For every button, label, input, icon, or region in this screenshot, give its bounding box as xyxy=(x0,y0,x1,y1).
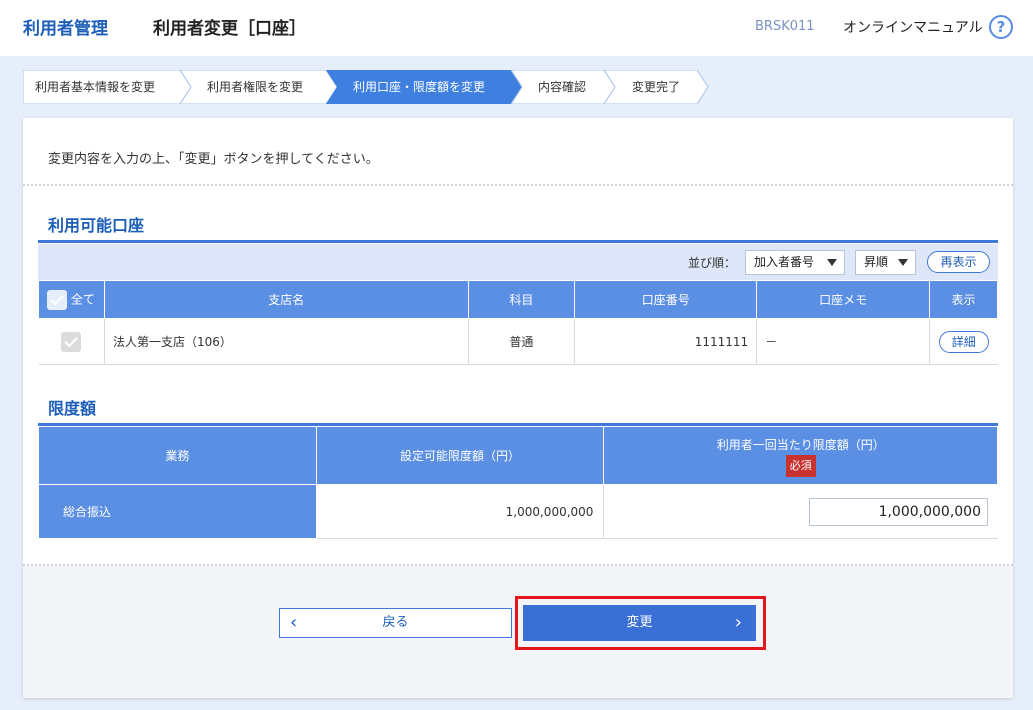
select-all-label: 全て xyxy=(70,292,95,306)
business-cell: 総合振込 xyxy=(38,484,317,539)
refresh-button[interactable]: 再表示 xyxy=(927,251,990,273)
sort-bar: 並び順： 加入者番号 昇順 再表示 xyxy=(38,244,998,280)
accounts-heading: 利用可能口座 xyxy=(48,216,145,235)
accounts-header-row: 全て 支店名 科目 口座番号 口座メモ 表示 xyxy=(38,280,999,319)
sort-label: 並び順： xyxy=(688,256,737,270)
step-5: 変更完了 xyxy=(632,80,681,94)
col-view: 表示 xyxy=(928,280,999,319)
page-title: 利用者変更［口座］ xyxy=(153,19,306,39)
col-business: 業務 xyxy=(38,426,317,485)
sort-order-select[interactable]: 昇順 xyxy=(855,250,916,275)
back-button[interactable]: ‹ 戻る xyxy=(279,608,512,638)
select-all-header[interactable]: 全て xyxy=(38,280,105,319)
settable-cell: 1,000,000,000 xyxy=(316,484,605,539)
step-2: 利用者権限を変更 xyxy=(207,80,304,94)
chevron-right-icon: › xyxy=(734,612,742,633)
limits-header-row: 業務 設定可能限度額（円） 利用者一回当たり限度額（円） 必須 xyxy=(38,426,998,485)
detail-button[interactable]: 詳細 xyxy=(938,330,989,353)
accounts-heading-underline xyxy=(38,240,998,243)
change-button[interactable]: 変更 › xyxy=(523,605,756,641)
row-checkbox[interactable] xyxy=(61,331,82,352)
required-badge: 必須 xyxy=(785,454,816,477)
col-branch: 支店名 xyxy=(103,280,469,319)
help-icon[interactable]: ? xyxy=(989,15,1013,39)
app-header: 利用者管理 利用者変更［口座］ BRSK011 オンラインマニュアル ? xyxy=(0,0,1033,56)
step-3-active: 利用口座・限度額を変更 xyxy=(353,80,486,94)
branch-cell: 法人第一支店（106） xyxy=(104,318,469,365)
type-cell: 普通 xyxy=(468,318,576,365)
back-button-label: 戻る xyxy=(382,615,409,630)
memo-cell: － xyxy=(756,318,930,365)
sort-key-value: 加入者番号 xyxy=(754,255,815,269)
row-checkbox-cell[interactable] xyxy=(38,318,105,365)
step-1: 利用者基本情報を変更 xyxy=(35,80,156,94)
col-per-user-label: 利用者一回当たり限度額（円） xyxy=(716,437,885,452)
chevron-down-icon xyxy=(827,259,837,266)
limits-heading: 限度額 xyxy=(48,399,97,418)
select-all-checkbox[interactable] xyxy=(47,289,67,310)
number-cell: 1111111 xyxy=(574,318,758,365)
section-title: 利用者管理 xyxy=(23,19,108,39)
sort-order-value: 昇順 xyxy=(864,255,889,269)
chevron-left-icon: ‹ xyxy=(290,612,298,633)
col-memo: 口座メモ xyxy=(756,280,930,319)
view-cell: 詳細 xyxy=(929,318,998,365)
chevron-down-icon xyxy=(898,259,908,266)
screen-code: BRSK011 xyxy=(755,19,815,34)
accounts-table: 全て 支店名 科目 口座番号 口座メモ 表示 法人第一支店（106） 普通 11… xyxy=(38,280,999,365)
col-number: 口座番号 xyxy=(574,280,758,319)
change-button-label: 変更 xyxy=(626,615,653,630)
per-user-limit-input[interactable]: 1,000,000,000 xyxy=(809,498,988,526)
col-type: 科目 xyxy=(467,280,576,319)
divider xyxy=(23,184,1013,186)
col-per-user: 利用者一回当たり限度額（円） 必須 xyxy=(603,426,998,485)
instruction-text: 変更内容を入力の上、「変更」ボタンを押してください。 xyxy=(48,152,379,167)
main-card: 変更内容を入力の上、「変更」ボタンを押してください。 利用可能口座 並び順： 加… xyxy=(23,118,1013,698)
step-4: 内容確認 xyxy=(538,80,587,94)
sort-key-select[interactable]: 加入者番号 xyxy=(745,250,845,275)
table-row: 法人第一支店（106） 普通 1111111 － 詳細 xyxy=(38,318,998,365)
online-manual-link[interactable]: オンラインマニュアル xyxy=(843,17,983,37)
col-settable: 設定可能限度額（円） xyxy=(315,426,605,485)
